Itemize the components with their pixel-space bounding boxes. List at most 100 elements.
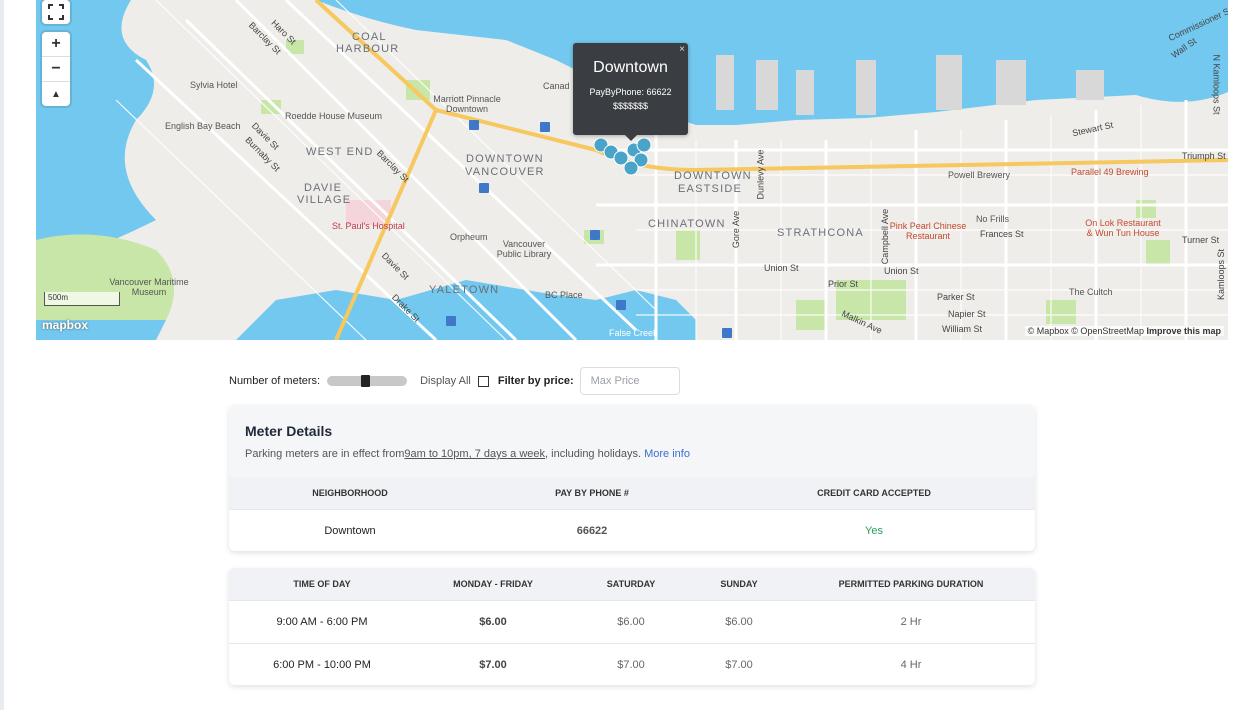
poi-label: Sylvia Hotel <box>190 80 238 90</box>
district-label: VANCOUVER <box>465 166 545 178</box>
desc-suffix: , including holidays. <box>545 448 645 460</box>
rates-table-header: TIME OF DAY MONDAY - FRIDAY SATURDAY SUN… <box>229 568 1035 600</box>
time-cell: 9:00 AM - 6:00 PM <box>276 616 368 628</box>
mapbox-logo[interactable]: mapbox <box>42 318 88 332</box>
street-label: Prior St <box>828 279 859 289</box>
district-label: HARBOUR <box>336 43 400 55</box>
slider-thumb[interactable] <box>361 375 371 387</box>
saturday-rate-cell: $7.00 <box>617 659 645 671</box>
district-label: EASTSIDE <box>678 183 743 195</box>
poi-label: Orpheum <box>450 232 488 242</box>
column-header: TIME OF DAY <box>293 579 351 589</box>
sunday-rate-cell: $6.00 <box>725 616 753 628</box>
attribution-text[interactable]: © Mapbox © OpenStreetMap <box>1028 326 1144 336</box>
poi-label: Canad <box>543 81 570 91</box>
street-label: Union St <box>884 266 919 276</box>
poi-label: Pink Pearl Chinese Restaurant <box>889 221 967 241</box>
sunday-rate-cell: $7.00 <box>725 659 753 671</box>
table-row: 6:00 PM - 10:00 PM $7.00 $7.00 $7.00 4 H… <box>229 643 1035 685</box>
street-label: Triumph St <box>1182 151 1226 161</box>
street-label: Napier St <box>948 309 986 319</box>
column-header: PAY BY PHONE # <box>555 488 629 498</box>
district-label: DOWNTOWN <box>674 170 752 182</box>
street-label: Gore Ave <box>731 210 742 249</box>
poi-label: St. Paul's Hospital <box>332 221 405 231</box>
district-label: DAVIE <box>304 182 343 194</box>
street-label: N Kamloops St <box>1211 54 1222 115</box>
table-row: 9:00 AM - 6:00 PM $6.00 $6.00 $6.00 2 Hr <box>229 600 1035 643</box>
poi-label: Vancouver Public Library <box>496 239 552 259</box>
improve-map-link[interactable]: Improve this map <box>1146 326 1221 336</box>
district-label: STRATHCONA <box>777 227 864 239</box>
phone-cell: 66622 <box>576 525 608 537</box>
saturday-rate-cell: $6.00 <box>617 616 645 628</box>
poi-label: No Frills <box>976 214 1009 224</box>
meters-slider[interactable] <box>327 375 408 387</box>
district-label: COAL <box>352 31 387 43</box>
desc-prefix: Parking meters are in effect from <box>245 448 405 460</box>
more-info-link[interactable]: More info <box>644 448 690 460</box>
compass-icon[interactable]: ▲ <box>42 82 70 106</box>
close-icon[interactable]: × <box>679 44 685 55</box>
zoom-controls: + − ▲ <box>42 32 70 106</box>
street-label: Union St <box>764 263 799 273</box>
street-label: Dunlevy Ave <box>755 149 766 200</box>
meter-details-card: Meter Details Parking meters are in effe… <box>229 405 1035 551</box>
zoom-out-button[interactable]: − <box>42 57 70 82</box>
district-label: YALETOWN <box>429 284 500 296</box>
column-header: PERMITTED PARKING DURATION <box>838 579 984 589</box>
duration-cell: 2 Hr <box>900 616 922 628</box>
hours-text: 9am to 10pm, 7 days a week <box>404 448 546 460</box>
display-all-label: Display All <box>420 375 471 387</box>
street-label: Turner St <box>1182 235 1220 245</box>
popup-pay-by-phone: PayByPhone: 66622 <box>589 87 672 97</box>
filter-controls: Number of meters: Display All Filter by … <box>229 366 680 396</box>
poi-label: Marriott Pinnacle Downtown <box>433 94 501 114</box>
popup-price: $$$$$$$ <box>612 101 649 111</box>
table-row: Downtown 66622 Yes <box>229 509 1035 551</box>
poi-label: Parallel 49 Brewing <box>1071 167 1149 177</box>
water-label: False Creek <box>609 328 658 338</box>
weekday-rate-cell: $7.00 <box>479 659 507 671</box>
street-label: Frances St <box>980 229 1024 239</box>
poi-label: Roedde House Museum <box>285 111 383 121</box>
column-header: SUNDAY <box>720 579 758 589</box>
credit-card-cell: Yes <box>865 525 883 537</box>
zoom-in-button[interactable]: + <box>42 32 70 57</box>
time-cell: 6:00 PM - 10:00 PM <box>273 659 371 671</box>
weekday-rate-cell: $6.00 <box>479 616 507 628</box>
meters-label: Number of meters: <box>229 375 321 387</box>
meter-details-title: Meter Details <box>245 423 333 439</box>
fullscreen-icon[interactable] <box>42 0 70 24</box>
map-attribution: © Mapbox © OpenStreetMap Improve this ma… <box>1024 326 1224 336</box>
poi-label: On Lok Restaurant & Wun Tun House <box>1085 218 1161 238</box>
poi-label: BC Place <box>545 290 583 300</box>
fullscreen-control[interactable] <box>42 0 70 24</box>
map[interactable]: COAL HARBOUR WEST END DAVIE VILLAGE DOWN… <box>36 0 1228 340</box>
column-header: CREDIT CARD ACCEPTED <box>817 488 931 498</box>
district-label: VILLAGE <box>297 194 352 206</box>
column-header: SATURDAY <box>606 579 656 589</box>
column-header: MONDAY - FRIDAY <box>453 579 533 589</box>
column-header: NEIGHBORHOOD <box>312 488 388 498</box>
filter-price-label: Filter by price: <box>497 375 574 387</box>
max-price-input[interactable] <box>579 367 680 395</box>
district-label: CHINATOWN <box>648 218 726 230</box>
map-popup: × Downtown PayByPhone: 66622 $$$$$$$ <box>573 43 688 141</box>
rates-card: TIME OF DAY MONDAY - FRIDAY SATURDAY SUN… <box>229 568 1035 685</box>
duration-cell: 4 Hr <box>900 659 922 671</box>
popup-tip <box>624 135 637 141</box>
poi-label: The Cultch <box>1069 287 1113 297</box>
street-label: Kamloops St <box>1216 248 1227 301</box>
popup-title: Downtown <box>593 59 668 76</box>
display-all-checkbox[interactable] <box>477 375 489 387</box>
details-table-header: NEIGHBORHOOD PAY BY PHONE # CREDIT CARD … <box>229 477 1035 509</box>
neighborhood-cell: Downtown <box>324 525 376 537</box>
street-label: Parker St <box>937 292 975 302</box>
poi-label: Powell Brewery <box>948 170 1011 180</box>
left-rail <box>0 0 4 710</box>
district-label: DOWNTOWN <box>466 153 544 165</box>
poi-label: English Bay Beach <box>165 121 241 131</box>
meter-details-description: Parking meters are in effect from9am to … <box>245 448 1019 460</box>
street-label: William St <box>942 324 982 334</box>
